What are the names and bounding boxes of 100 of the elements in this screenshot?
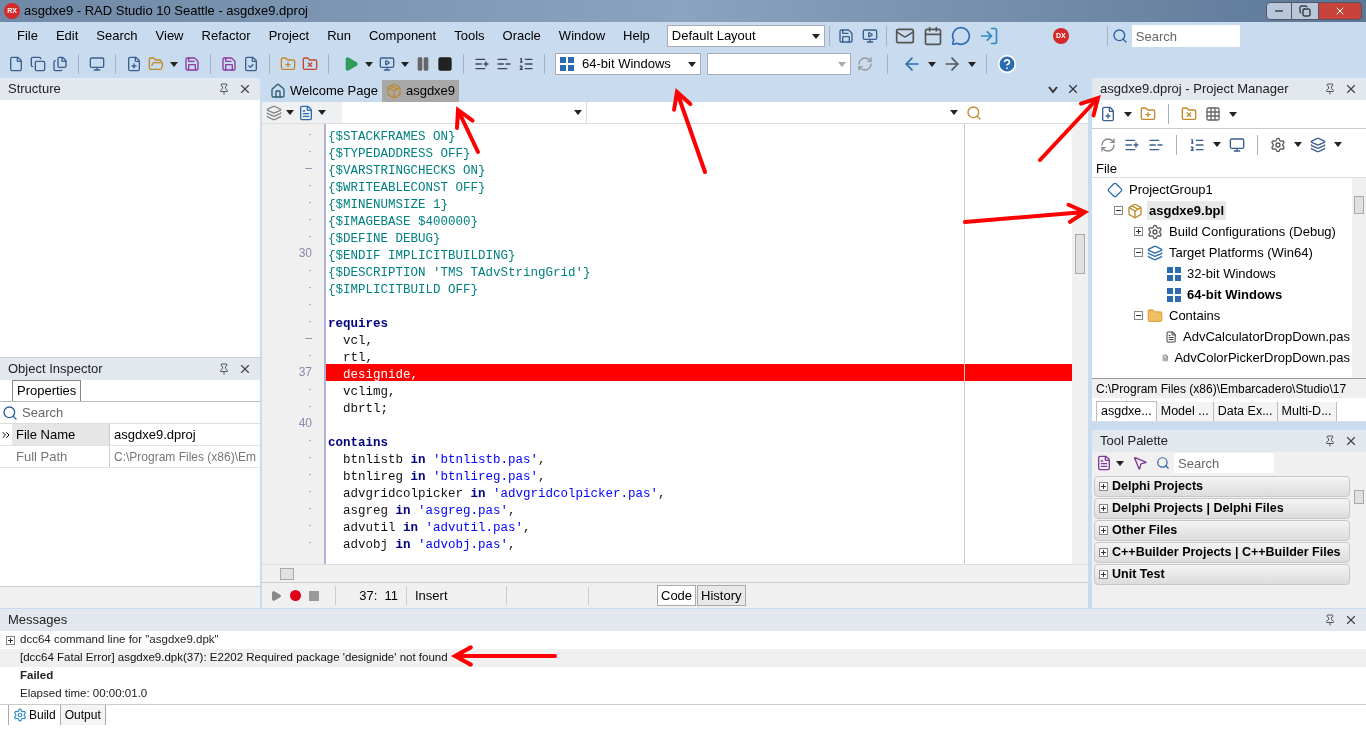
list-icon[interactable] — [518, 56, 534, 72]
run-without-debug-icon[interactable] — [379, 56, 395, 72]
monitor-icon[interactable] — [861, 28, 878, 44]
tree-item[interactable]: Target Platforms (Win64) — [1167, 242, 1315, 263]
dropdown-caret-icon[interactable] — [401, 61, 409, 67]
new-item-icon[interactable] — [1100, 106, 1116, 122]
search-field[interactable]: Search — [1174, 453, 1274, 473]
panel-tab[interactable]: Multi-D... — [1277, 402, 1337, 421]
dropdown-caret-icon[interactable] — [1334, 142, 1342, 147]
menu-item[interactable]: Tools — [445, 26, 494, 46]
pin-icon[interactable] — [218, 363, 230, 375]
platform-combo[interactable]: 64-bit Windows — [555, 53, 701, 75]
record-icon[interactable] — [290, 590, 301, 601]
dropdown-caret-icon[interactable] — [1116, 460, 1124, 466]
tree-item[interactable]: 32-bit Windows — [1185, 263, 1278, 284]
property-value[interactable]: C:\Program Files (x86)\Em — [110, 446, 260, 467]
files-icon[interactable] — [52, 56, 68, 72]
new-file-icon[interactable] — [126, 56, 142, 72]
save-layout-icon[interactable] — [837, 28, 854, 44]
scrollbar-thumb[interactable] — [1075, 234, 1085, 274]
pin-icon[interactable] — [218, 83, 230, 95]
menu-item[interactable]: Project — [259, 26, 319, 46]
property-value[interactable]: asgdxe9.dproj — [110, 424, 260, 445]
pointer-icon[interactable] — [1132, 455, 1148, 471]
tree-item[interactable]: ProjectGroup1 — [1127, 179, 1215, 200]
scrollbar-thumb[interactable] — [1354, 490, 1364, 504]
restore-button[interactable] — [1292, 2, 1318, 20]
list-icon[interactable] — [474, 56, 490, 72]
expand-toggle[interactable] — [1099, 482, 1108, 491]
dropdown-caret-icon[interactable] — [811, 33, 820, 39]
dropdown-caret-icon[interactable] — [968, 61, 976, 67]
mail-icon[interactable] — [894, 26, 915, 46]
add-folder-icon[interactable] — [1140, 106, 1156, 122]
pin-icon[interactable] — [1324, 83, 1336, 95]
view-tab[interactable]: History — [697, 584, 746, 607]
dropdown-caret-icon[interactable] — [1229, 111, 1237, 117]
expand-toggle[interactable] — [1099, 504, 1108, 513]
close-icon[interactable] — [1344, 82, 1358, 96]
close-icon[interactable] — [1066, 82, 1080, 96]
monitor-icon[interactable] — [1229, 136, 1245, 153]
dropdown-caret-icon[interactable] — [950, 110, 958, 115]
tree-item[interactable]: asgdxe9.bpl — [1147, 200, 1227, 221]
menu-item[interactable]: Oracle — [493, 26, 550, 46]
save-all-icon[interactable] — [221, 56, 237, 72]
dropdown-caret-icon[interactable] — [365, 61, 373, 67]
search-field[interactable]: Search — [1131, 25, 1240, 47]
close-icon[interactable] — [1344, 434, 1358, 448]
dropdown-caret-icon[interactable] — [286, 110, 294, 115]
menu-item[interactable]: Search — [87, 26, 147, 46]
help-icon[interactable] — [997, 54, 1017, 74]
close-icon[interactable] — [1344, 613, 1358, 627]
pin-icon[interactable] — [1324, 614, 1336, 626]
remove-folder-icon[interactable] — [302, 56, 318, 72]
palette-category[interactable]: Delphi Projects — [1094, 476, 1350, 497]
bottom-tab[interactable]: Output — [60, 705, 106, 725]
minimize-button[interactable] — [1266, 2, 1292, 20]
search-icon[interactable] — [966, 104, 982, 121]
expand-toggle[interactable] — [1134, 227, 1143, 236]
sign-in-icon[interactable] — [978, 26, 999, 46]
panel-tab[interactable]: Data Ex... — [1213, 402, 1278, 421]
file-check-icon[interactable] — [243, 56, 259, 72]
monitor-icon[interactable] — [89, 56, 105, 72]
layers-icon[interactable] — [1310, 136, 1326, 153]
scrollbar-thumb[interactable] — [1354, 196, 1364, 214]
expand-toggle[interactable] — [1134, 311, 1143, 320]
expand-toggle[interactable] — [1134, 248, 1143, 257]
dropdown-caret-icon[interactable] — [574, 110, 582, 115]
message-text[interactable]: Elapsed time: 00:00:01.0 — [20, 685, 148, 703]
column-header[interactable]: File — [1096, 158, 1117, 179]
calendar-icon[interactable] — [922, 26, 943, 46]
grid-icon[interactable] — [1205, 106, 1221, 122]
menu-item[interactable]: Run — [318, 26, 360, 46]
layout-combo[interactable]: Default Layout — [666, 25, 825, 47]
menu-item[interactable]: View — [146, 26, 193, 46]
pin-icon[interactable] — [1324, 435, 1336, 447]
new-file-icon[interactable] — [8, 56, 24, 72]
panel-tab[interactable]: Model ... — [1156, 402, 1214, 421]
expand-toggle[interactable] — [5, 635, 15, 645]
bottom-tab[interactable]: Build — [8, 705, 61, 725]
search-icon[interactable] — [2, 404, 18, 421]
menu-item[interactable]: Help — [614, 26, 659, 46]
stop-icon[interactable] — [437, 56, 453, 72]
properties-tab[interactable]: Properties — [12, 380, 82, 401]
expand-toggle[interactable] — [1099, 526, 1108, 535]
expand-toggle[interactable] — [1114, 206, 1123, 215]
editor-tab[interactable]: asgdxe9 — [381, 80, 460, 102]
gear-icon[interactable] — [13, 708, 27, 722]
chevron-icon[interactable] — [1048, 86, 1058, 94]
close-icon[interactable] — [238, 82, 252, 96]
expand-toggle[interactable] — [1099, 570, 1108, 579]
home-icon[interactable] — [270, 83, 286, 99]
scrollbar-thumb[interactable] — [280, 567, 294, 580]
dropdown-caret-icon[interactable] — [1213, 142, 1221, 147]
menu-item[interactable]: Component — [360, 26, 446, 46]
tree-item[interactable]: AdvCalculatorDropDown.pas — [1181, 326, 1352, 347]
panel-tab[interactable]: asgdxe... — [1096, 401, 1157, 421]
property-name[interactable]: File Name — [12, 424, 110, 445]
search-icon[interactable] — [1156, 456, 1170, 470]
play-icon[interactable] — [270, 589, 282, 602]
property-name[interactable]: Full Path — [12, 446, 110, 467]
